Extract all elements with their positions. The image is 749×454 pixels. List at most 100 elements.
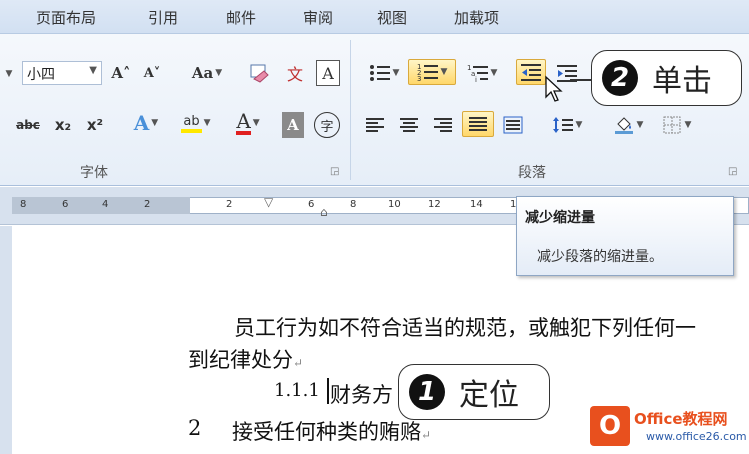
- clear-formatting-button[interactable]: [246, 60, 272, 86]
- decrease-indent-button[interactable]: [516, 59, 546, 85]
- office-logo-icon: O: [590, 406, 630, 446]
- enclose-characters-button[interactable]: 字: [314, 112, 340, 138]
- change-case-button[interactable]: Aa ▼: [186, 60, 228, 86]
- multilevel-list-button[interactable]: 1 a i ▼: [462, 60, 502, 86]
- tab-references[interactable]: 引用: [148, 7, 178, 28]
- bullets-button[interactable]: ▼: [364, 60, 404, 86]
- heading-number: 1.1.1: [274, 380, 320, 401]
- ruler-number: 8: [350, 199, 357, 210]
- vertical-ruler: [0, 226, 12, 454]
- font-dialog-launcher[interactable]: ◲: [330, 166, 339, 177]
- line-spacing-button[interactable]: ▼: [546, 112, 588, 138]
- tooltip-title: 减少缩进量: [525, 210, 595, 226]
- callout-text: 定位: [459, 378, 519, 413]
- highlight-label: ab: [181, 114, 202, 133]
- distributed-icon: [503, 116, 523, 134]
- borders-button[interactable]: ▼: [656, 112, 698, 138]
- paragraph-line: 接受任何种类的贿赂↵: [232, 416, 431, 446]
- first-line-indent-marker[interactable]: ▽: [264, 195, 273, 209]
- subscript-button[interactable]: x₂: [50, 112, 76, 138]
- tab-mailings[interactable]: 邮件: [226, 7, 256, 28]
- tab-review[interactable]: 审阅: [303, 7, 333, 28]
- align-right-button[interactable]: [430, 112, 456, 138]
- chevron-down-icon: ▼: [575, 120, 583, 130]
- paragraph-mark-icon: ↵: [293, 356, 304, 370]
- font-size-combo[interactable]: 小四 ▼: [22, 61, 102, 85]
- callout-step-2: 2 单击: [591, 50, 742, 106]
- tab-view[interactable]: 视图: [377, 7, 407, 28]
- eraser-icon: [250, 64, 269, 83]
- svg-text:3: 3: [417, 75, 421, 82]
- group-divider: [350, 40, 351, 180]
- align-left-icon: [366, 118, 384, 132]
- paragraph-text: 到纪律处分: [188, 348, 293, 372]
- shading-button[interactable]: ▼: [606, 112, 650, 138]
- line-spacing-icon: [552, 117, 573, 133]
- font-size-value: 小四: [27, 67, 55, 83]
- chevron-down-icon: ▼: [684, 120, 692, 130]
- distributed-button[interactable]: [500, 112, 526, 138]
- chevron-down-icon: ▼: [392, 68, 400, 78]
- watermark-title: Office教程网: [634, 410, 728, 428]
- ruler-number: 14: [470, 199, 483, 210]
- paint-bucket-icon: [614, 117, 633, 134]
- watermark: O Office教程网 www.office26.com: [588, 404, 747, 450]
- heading-number: 2: [188, 416, 202, 440]
- step-number-badge: 1: [409, 374, 445, 410]
- change-case-label: Aa: [191, 64, 214, 82]
- ruler-number: 10: [388, 199, 401, 210]
- text-effects-button[interactable]: A ▼: [126, 110, 166, 136]
- align-right-icon: [434, 118, 452, 132]
- font-color-button[interactable]: A ▼: [226, 110, 270, 136]
- multilevel-list-icon: 1ai: [467, 64, 488, 83]
- tab-add-ins[interactable]: 加载项: [454, 7, 499, 28]
- text-cursor: [327, 378, 329, 404]
- strikethrough-button[interactable]: abc: [14, 112, 42, 138]
- numbered-list-icon: 123: [417, 63, 438, 82]
- bullet-list-icon: [369, 65, 390, 81]
- decrease-indent-icon: [521, 64, 541, 81]
- ruler-number: 12: [428, 199, 441, 210]
- grow-font-button[interactable]: A˄: [108, 60, 134, 86]
- font-name-dropdown-arrow[interactable]: ▼: [2, 61, 14, 87]
- text-effects-label: A: [133, 111, 150, 135]
- ruler-number: 4: [102, 199, 109, 210]
- hanging-indent-marker[interactable]: ⌂: [320, 205, 328, 219]
- callout-text: 单击: [652, 64, 712, 99]
- ribbon-tab-bar: 页面布局 引用 邮件 审阅 视图 加载项: [0, 0, 749, 34]
- border-icon: [663, 116, 681, 134]
- chevron-down-icon: ▼: [440, 67, 448, 77]
- svg-text:i: i: [475, 76, 477, 83]
- align-center-button[interactable]: [396, 112, 422, 138]
- highlight-color-button[interactable]: ab ▼: [174, 110, 218, 136]
- align-center-icon: [400, 118, 418, 132]
- paragraph-group-label: 段落: [518, 165, 546, 181]
- numbering-button[interactable]: 1 2 3 ▼: [408, 59, 456, 85]
- chevron-down-icon: ▼: [89, 65, 97, 76]
- superscript-button[interactable]: x²: [82, 112, 108, 138]
- tab-page-layout[interactable]: 页面布局: [36, 7, 96, 28]
- ruler-number: 6: [62, 199, 69, 210]
- character-shading-button[interactable]: A: [282, 112, 304, 138]
- shrink-font-button[interactable]: A˅: [140, 60, 164, 86]
- chevron-down-icon: ▼: [636, 120, 644, 130]
- chevron-down-icon: ▼: [215, 68, 223, 78]
- mouse-cursor-icon: [545, 75, 563, 102]
- ruler-number: 2: [226, 199, 233, 210]
- justify-icon: [469, 117, 487, 131]
- paragraph-text: 接受任何种类的贿赂: [232, 420, 421, 444]
- heading-text: 财务方: [330, 383, 393, 407]
- align-left-button[interactable]: [362, 112, 388, 138]
- ruler-number: 8: [20, 199, 27, 210]
- phonetic-guide-button[interactable]: 文: [282, 60, 308, 86]
- ruler-margin-area: [12, 197, 190, 214]
- paragraph-line: 到纪律处分↵: [188, 344, 303, 374]
- chevron-down-icon: ▼: [151, 118, 159, 128]
- paragraph-dialog-launcher[interactable]: ◲: [728, 166, 737, 177]
- chevron-down-icon: ▼: [203, 118, 211, 128]
- tooltip-description: 减少段落的缩进量。: [537, 249, 663, 265]
- character-border-button[interactable]: A: [316, 60, 340, 86]
- tooltip: 减少缩进量 减少段落的缩进量。: [516, 196, 734, 276]
- justify-button[interactable]: [462, 111, 494, 137]
- watermark-url: www.office26.com: [646, 430, 747, 443]
